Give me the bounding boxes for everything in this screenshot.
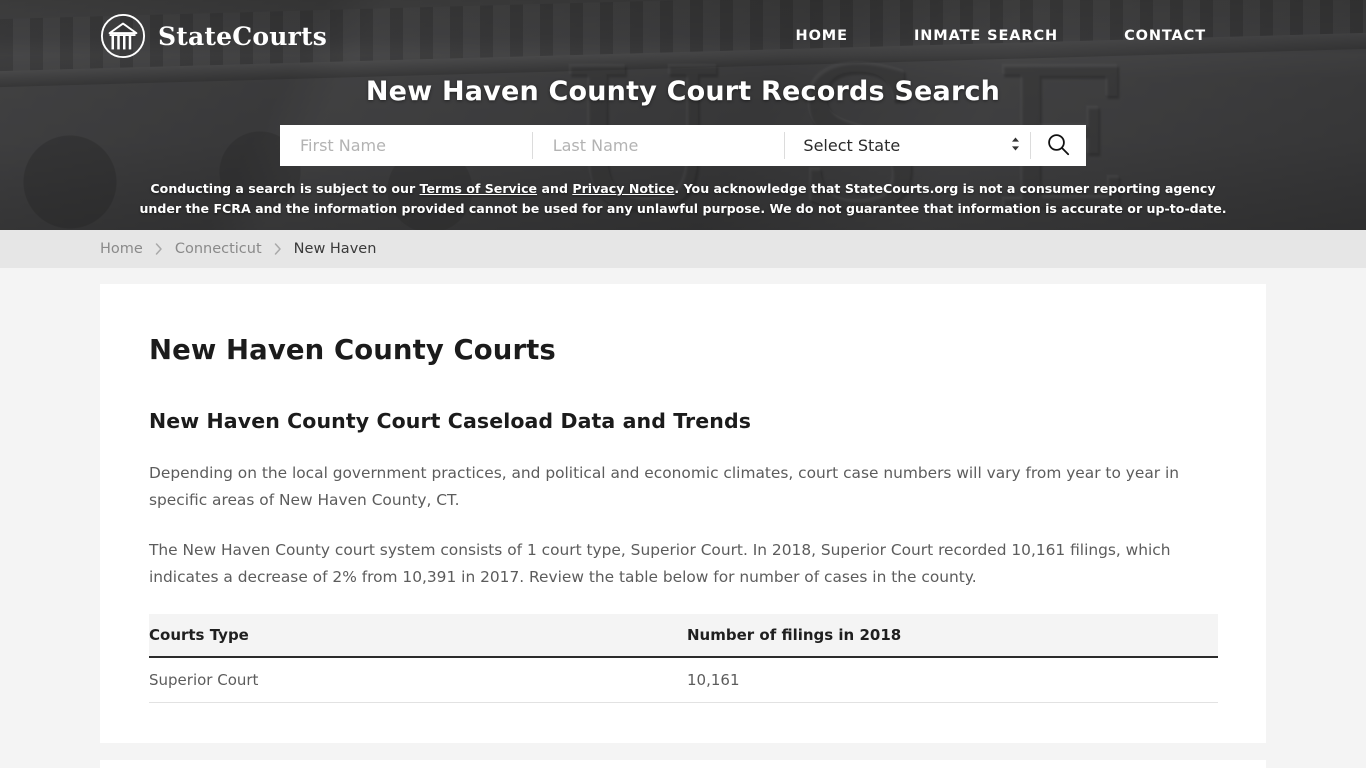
section-title-caseload: New Haven County Court Caseload Data and… — [149, 409, 752, 433]
brand-logo-link[interactable]: StateCourts — [100, 13, 327, 59]
hero-header: USE StateCourts — [0, 0, 1366, 230]
cell-filings-count: 10,161 — [687, 656, 1218, 703]
filings-table: Courts Type Number of filings in 2018 Su… — [149, 613, 1218, 703]
state-select-wrapper: Select State — [785, 125, 1031, 166]
chevron-right-icon — [155, 243, 163, 255]
top-bar: StateCourts HOME INMATE SEARCH CONTACT — [0, 0, 1366, 59]
filings-table-body: Superior Court 10,161 — [149, 656, 1218, 703]
hero-title: New Haven County Court Records Search — [365, 76, 1001, 107]
breadcrumb-item-new-haven: New Haven — [293, 241, 377, 257]
disclaimer-part-1: Conducting a search is subject to our — [150, 181, 420, 196]
secondary-card — [100, 759, 1266, 768]
search-submit-button[interactable] — [1031, 125, 1086, 166]
search-disclaimer: Conducting a search is subject to our Te… — [131, 179, 1235, 218]
filings-table-head: Courts Type Number of filings in 2018 — [149, 613, 1218, 658]
paragraph-caseload-intro: Depending on the local government practi… — [149, 464, 1180, 510]
column-header-courts-type: Courts Type — [149, 613, 687, 658]
magnifier-icon — [1046, 132, 1071, 160]
privacy-notice-link[interactable]: Privacy Notice — [572, 181, 674, 196]
record-search-form: Select State — [280, 125, 1086, 166]
nav-item-inmate-search[interactable]: INMATE SEARCH — [914, 28, 1058, 44]
paragraph-caseload-detail: The New Haven County court system consis… — [149, 540, 1171, 587]
nav-item-home[interactable]: HOME — [796, 28, 848, 44]
table-row: Superior Court 10,161 — [149, 656, 1218, 703]
primary-nav: HOME INMATE SEARCH CONTACT — [796, 28, 1206, 44]
nav-item-contact[interactable]: CONTACT — [1124, 28, 1206, 44]
cell-court-type: Superior Court — [149, 656, 687, 703]
terms-of-service-link[interactable]: Terms of Service — [420, 181, 538, 196]
column-header-number-of-filings: Number of filings in 2018 — [687, 613, 1218, 658]
chevron-right-icon — [274, 243, 282, 255]
county-courts-card: New Haven County Courts New Haven County… — [100, 284, 1266, 743]
breadcrumb-item-home[interactable]: Home — [100, 241, 143, 257]
state-select[interactable]: Select State — [785, 125, 1031, 166]
main-content: New Haven County Courts New Haven County… — [0, 284, 1366, 768]
breadcrumb: Home Connecticut New Haven — [0, 230, 1366, 268]
brand-name: StateCourts — [158, 21, 327, 51]
courthouse-circle-icon — [100, 13, 146, 59]
first-name-input[interactable] — [280, 125, 532, 166]
breadcrumb-item-connecticut[interactable]: Connecticut — [175, 241, 262, 257]
table-header-row: Courts Type Number of filings in 2018 — [149, 613, 1218, 658]
disclaimer-part-2: and — [537, 181, 573, 196]
page-title: New Haven County Courts — [149, 334, 556, 366]
last-name-input[interactable] — [532, 125, 785, 166]
